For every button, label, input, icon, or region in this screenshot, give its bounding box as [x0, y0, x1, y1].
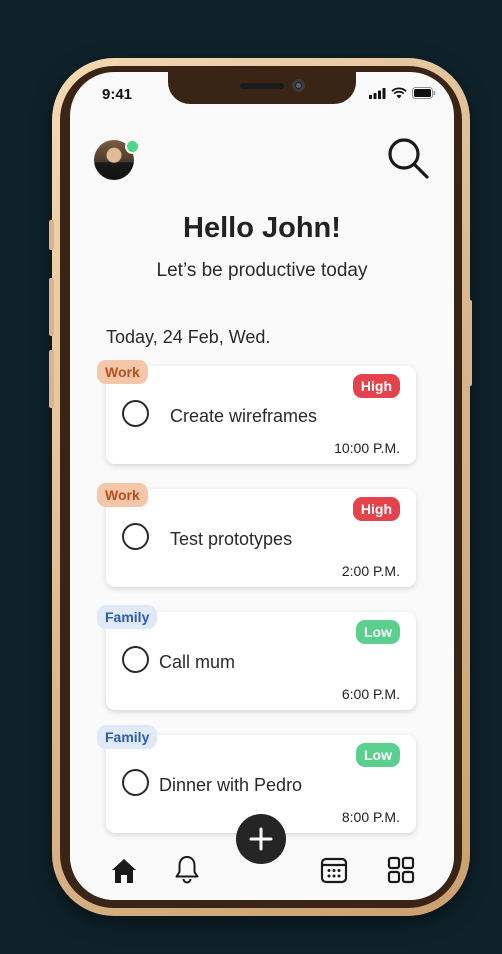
side-button-power [467, 300, 472, 386]
side-button-silent [49, 220, 54, 250]
speaker [240, 83, 284, 89]
screen: 9:41 Hello John! Let’s be productive tod… [70, 72, 454, 900]
signal-icon [369, 87, 386, 99]
task-checkbox[interactable] [122, 769, 149, 796]
add-task-button[interactable] [236, 814, 286, 864]
home-icon[interactable] [109, 856, 139, 886]
status-time: 9:41 [102, 86, 133, 103]
task-title: Test prototypes [170, 529, 293, 549]
category-tag: Work [97, 360, 148, 384]
task-checkbox[interactable] [122, 400, 149, 427]
task-title: Call mum [159, 652, 236, 672]
category-tag: Family [97, 605, 158, 629]
task-title: Create wireframes [170, 406, 318, 426]
greeting-subtitle: Let’s be productive today [156, 260, 368, 281]
category-tag: Work [97, 483, 148, 507]
task-card[interactable]: Test prototypes High 2:00 P.M. [106, 489, 416, 587]
task-card[interactable]: Create wireframes High 10:00 P.M. [106, 366, 416, 464]
side-button-volume-up [49, 278, 54, 336]
task-title: Dinner with Pedro [159, 775, 303, 795]
status-icons [369, 87, 436, 99]
side-button-volume-down [49, 350, 54, 408]
priority-badge: High [352, 497, 400, 521]
task-time: 10:00 P.M. [334, 440, 400, 456]
priority-badge: Low [356, 620, 400, 644]
priority-badge: Low [356, 743, 400, 767]
camera [292, 79, 305, 92]
priority-badge: High [352, 374, 400, 398]
battery-icon [412, 87, 436, 99]
task-checkbox[interactable] [122, 523, 149, 550]
task-time: 8:00 P.M. [341, 809, 400, 825]
bell-icon[interactable] [172, 854, 202, 884]
wifi-icon [391, 87, 407, 99]
notch [168, 72, 356, 104]
task-time: 6:00 P.M. [341, 686, 400, 702]
calendar-icon[interactable] [319, 855, 349, 885]
date-label: Today, 24 Feb, Wed. [106, 327, 271, 347]
category-tag: Family [97, 725, 158, 749]
plus-icon [249, 827, 273, 851]
task-time: 2:00 P.M. [341, 563, 400, 579]
online-status-dot [125, 139, 140, 154]
task-checkbox[interactable] [122, 646, 149, 673]
search-icon[interactable] [386, 136, 430, 180]
grid-icon[interactable] [386, 855, 416, 885]
greeting-title: Hello John! [183, 212, 341, 244]
